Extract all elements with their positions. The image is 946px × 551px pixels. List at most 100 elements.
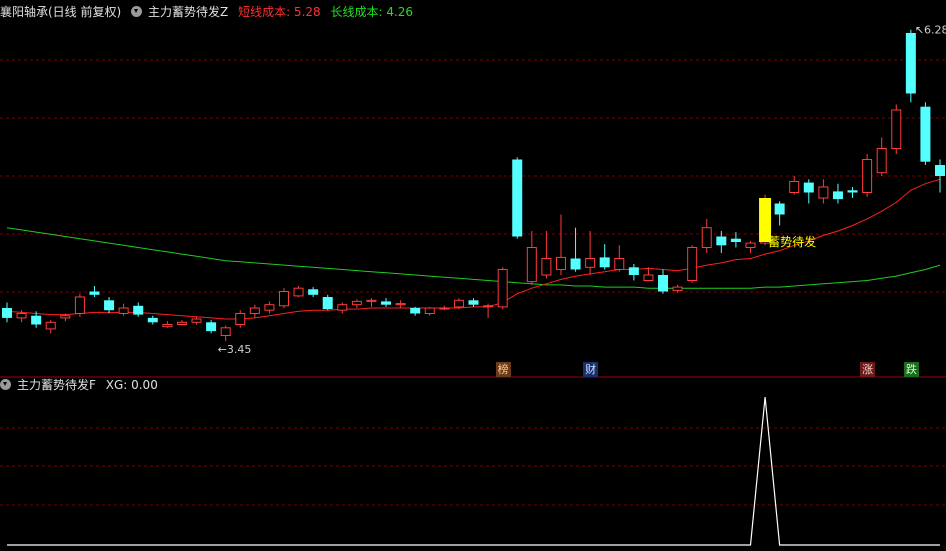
candle-54[interactable] — [789, 176, 800, 195]
candle-body — [730, 238, 741, 242]
candle-17[interactable] — [249, 304, 260, 318]
candle-33[interactable] — [483, 303, 494, 318]
candle-body — [293, 287, 304, 297]
candle-0[interactable] — [2, 302, 12, 323]
candle-53[interactable] — [774, 201, 785, 226]
candle-11[interactable] — [162, 321, 173, 328]
candle-6[interactable] — [89, 286, 100, 297]
candle-12[interactable] — [176, 320, 187, 326]
candle-9[interactable] — [133, 302, 144, 317]
candle-16[interactable] — [235, 310, 246, 328]
candle-56[interactable] — [818, 179, 829, 204]
candle-body — [206, 322, 217, 332]
candle-48[interactable] — [701, 218, 712, 253]
candle-64[interactable] — [935, 159, 945, 193]
candle-60[interactable] — [876, 137, 887, 177]
candle-8[interactable] — [118, 303, 129, 316]
candle-body — [235, 313, 246, 325]
candle-body — [147, 317, 158, 323]
candle-body — [687, 247, 698, 281]
candle-45[interactable] — [658, 269, 669, 294]
candle-35[interactable] — [512, 157, 523, 239]
candle-18[interactable] — [264, 301, 275, 314]
xg-label: XG: 0.00 — [105, 378, 158, 392]
candle-38[interactable] — [555, 214, 566, 276]
badge-0[interactable]: 榜 — [495, 362, 511, 377]
candle-body — [818, 186, 829, 199]
candle-20[interactable] — [293, 286, 304, 297]
candle-body — [643, 274, 654, 281]
candle-44[interactable] — [643, 267, 654, 281]
candle-23[interactable] — [337, 302, 348, 314]
candle-body — [278, 291, 289, 307]
candle-body — [31, 315, 42, 325]
candle-21[interactable] — [308, 287, 319, 297]
indicator-dropdown-icon[interactable] — [131, 6, 143, 17]
signal-label: 蓄势待发 — [768, 234, 816, 249]
candle-body — [162, 324, 173, 328]
badge-3[interactable]: 跌 — [903, 362, 919, 377]
candle-36[interactable] — [526, 231, 537, 285]
candle-body — [599, 257, 610, 268]
candle-32[interactable] — [468, 298, 479, 307]
low-price-label: ←3.45 — [218, 343, 252, 356]
sub-indicator-dropdown-icon[interactable] — [0, 379, 11, 390]
candle-body — [935, 165, 945, 176]
candle-15[interactable] — [220, 325, 231, 341]
candle-24[interactable] — [351, 299, 362, 308]
candle-13[interactable] — [191, 316, 202, 325]
indicator-name[interactable]: 主力蓄势待发Z — [148, 5, 228, 19]
badge-2[interactable]: 涨 — [860, 362, 876, 377]
candle-62[interactable] — [905, 29, 916, 103]
sub-indicator-name[interactable]: 主力蓄势待发F — [17, 378, 96, 392]
candle-43[interactable] — [628, 264, 639, 281]
candle-body — [453, 299, 464, 308]
candle-body — [716, 236, 727, 246]
candle-47[interactable] — [687, 245, 698, 283]
candle-51[interactable] — [745, 240, 756, 253]
candle-29[interactable] — [424, 306, 435, 316]
candle-55[interactable] — [803, 179, 814, 204]
candle-body — [2, 308, 12, 318]
price-gridlines — [0, 59, 946, 506]
candle-49[interactable] — [716, 231, 727, 253]
candle-63[interactable] — [920, 102, 931, 165]
signal-marker: 蓄势待发 — [759, 198, 816, 249]
candle-27[interactable] — [395, 300, 406, 308]
candle-10[interactable] — [147, 315, 158, 325]
candlestick-series[interactable] — [2, 29, 945, 341]
candle-body — [468, 300, 479, 305]
candle-34[interactable] — [497, 267, 508, 310]
candle-57[interactable] — [832, 183, 843, 204]
candle-46[interactable] — [672, 284, 683, 293]
candle-37[interactable] — [541, 231, 552, 279]
candle-body — [483, 305, 494, 308]
candle-body — [74, 296, 85, 314]
candle-body — [60, 315, 71, 319]
candle-body — [337, 304, 348, 311]
candle-body — [789, 181, 800, 193]
candle-58[interactable] — [847, 187, 858, 198]
candle-body — [701, 227, 712, 248]
candle-40[interactable] — [585, 231, 596, 275]
candle-30[interactable] — [439, 305, 450, 311]
candle-42[interactable] — [614, 245, 625, 272]
badge-1[interactable]: 财 — [583, 362, 599, 377]
candle-body — [395, 303, 406, 306]
sub-pane-header: 主力蓄势待发F XG: 0.00 — [0, 374, 164, 396]
candle-26[interactable] — [381, 298, 392, 307]
candle-body — [264, 304, 275, 311]
candle-25[interactable] — [366, 298, 377, 307]
candle-7[interactable] — [104, 297, 115, 314]
candle-14[interactable] — [206, 320, 217, 334]
candle-59[interactable] — [862, 154, 873, 197]
candle-body — [497, 269, 508, 308]
candle-41[interactable] — [599, 244, 610, 270]
candle-3[interactable] — [45, 320, 56, 334]
candle-19[interactable] — [278, 288, 289, 308]
candle-5[interactable] — [74, 293, 85, 317]
candle-body — [628, 267, 639, 275]
candle-61[interactable] — [891, 104, 902, 155]
candle-28[interactable] — [410, 306, 421, 316]
candle-22[interactable] — [322, 294, 333, 311]
